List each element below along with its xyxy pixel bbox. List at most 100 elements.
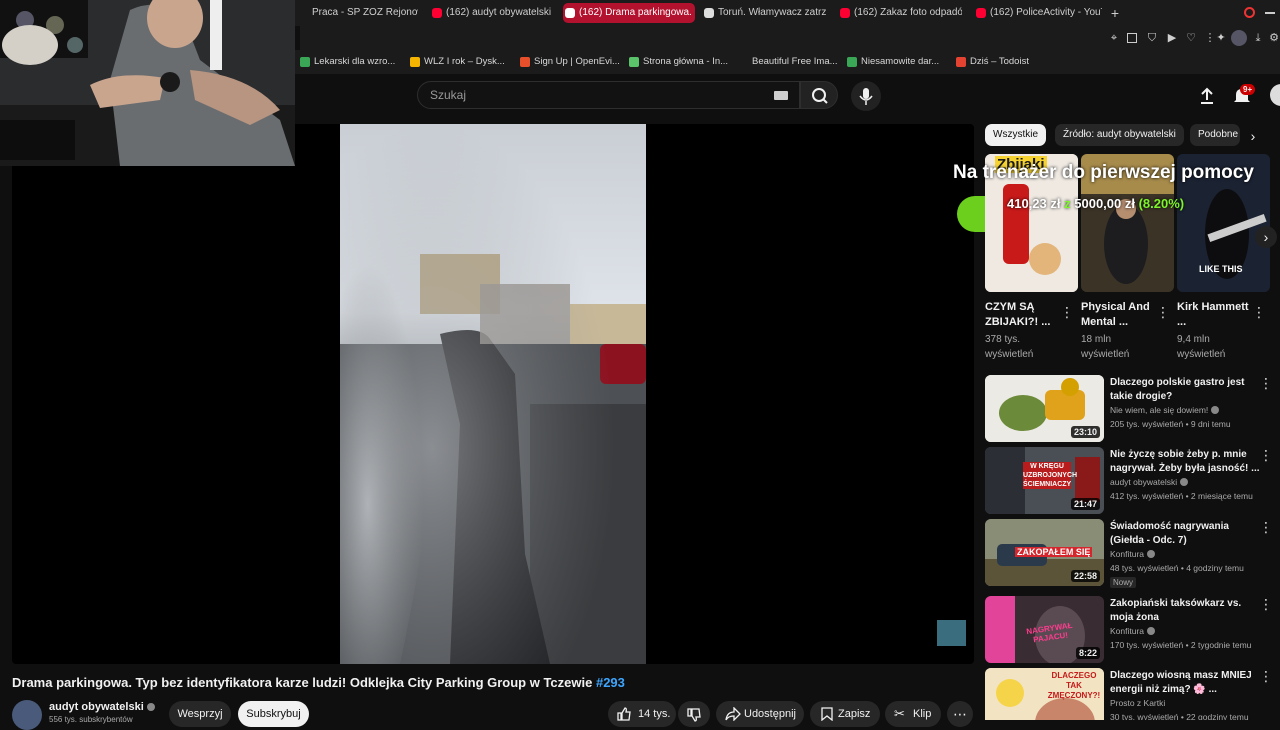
bookmark[interactable]: Niesamowite dar... [847, 54, 939, 70]
recommended-video[interactable]: 23:10 Dlaczego polskie gastro jest takie… [985, 375, 1280, 443]
todoist-icon [956, 57, 966, 67]
profile-avatar[interactable] [1231, 30, 1247, 46]
chip-all[interactable]: Wszystkie [985, 124, 1046, 146]
video-meta: 412 tys. wyświetleń • 2 miesiące temu [1110, 491, 1253, 501]
more-vert-icon[interactable]: ⋮ [1259, 669, 1273, 683]
download-icon[interactable]: ⤓ [1252, 32, 1264, 44]
video-player[interactable] [12, 124, 974, 664]
dislike-button[interactable] [678, 701, 710, 727]
chevron-right-icon[interactable]: › [1243, 126, 1263, 146]
bookmark[interactable]: Sign Up | OpenEvi... [520, 54, 620, 70]
channel-name[interactable]: audyt obywatelski [49, 701, 155, 713]
shield-icon[interactable]: ⛉ [1146, 32, 1158, 44]
bookmark[interactable]: Dziś – Todoist [956, 54, 1029, 70]
minimize-icon[interactable] [1265, 12, 1275, 14]
short-thumb-text: LIKE THIS [1199, 264, 1243, 274]
recommended-video[interactable]: W KRĘGU UZBROJONYCH ŚCIEMNIACZY 21:47 Ni… [985, 447, 1280, 515]
tab-label: (162) Drama parkingowa. [579, 7, 692, 18]
recommended-video[interactable]: NAGRYWAŁ PAJACU! 8:22 Zakopiański taksów… [985, 596, 1280, 664]
bookmark[interactable]: Strona główna - In... [629, 54, 728, 70]
notification-badge: 9+ [1240, 84, 1256, 95]
search-button[interactable] [800, 81, 838, 109]
browser-tab[interactable]: (162) audyt obywatelski - [430, 3, 552, 23]
recommended-video[interactable]: DLACZEGO TAK ZMĘCZONY?! Dlaczego wiosną … [985, 668, 1280, 720]
video-title: Zakopiański taksówkarz vs. moja żona [1110, 598, 1242, 623]
browser-tab[interactable]: (162) Zakaz foto odpadów [838, 3, 962, 23]
video-duration: 8:22 [1075, 647, 1100, 659]
channel-row: audyt obywatelski 556 tys. subskrybentów… [12, 698, 974, 730]
chip-source[interactable]: Źródło: audyt obywatelski [1055, 124, 1184, 146]
video-scene [340, 124, 646, 664]
progress-indicator [957, 196, 985, 232]
clip-button[interactable]: ✂ Klip [885, 701, 941, 727]
filter-chips: Wszystkie Źródło: audyt obywatelski Podo… [985, 124, 1280, 146]
keyboard-icon[interactable] [774, 91, 788, 100]
video-channel: Prosto z Kartki [1110, 698, 1165, 708]
more-actions-button[interactable]: ⋯ [947, 701, 973, 727]
bookmark-label: Lekarski dla wzro... [314, 56, 396, 67]
video-title: Drama parkingowa. Typ bez identyfikatora… [12, 675, 625, 690]
chart-icon [629, 57, 639, 67]
search-input[interactable]: Szukaj [417, 81, 800, 109]
verified-icon [1180, 478, 1189, 486]
upload-icon[interactable] [1197, 86, 1217, 106]
more-vert-icon[interactable]: ⋮ [1060, 305, 1074, 319]
like-button[interactable]: 14 tys. [608, 701, 676, 727]
voice-search-button[interactable] [851, 81, 881, 111]
pin-icon[interactable]: ⌖ [1108, 32, 1120, 44]
bookmark-label: WLZ I rok – Dysk... [424, 56, 505, 67]
support-button[interactable]: Wesprzyj [169, 701, 231, 727]
microphone-icon [859, 88, 873, 105]
search-tabs-icon[interactable] [1244, 7, 1255, 18]
browser-tab[interactable]: Toruń. Włamywacz zatrzy [702, 3, 826, 23]
video-thumbnail: DLACZEGO TAK ZMĘCZONY?! [985, 668, 1104, 720]
browser-tab-active[interactable]: (162) Drama parkingowa. [563, 3, 695, 23]
recommended-video[interactable]: ZAKOPAŁEM SIĘ 22:58 Świadomość nagrywani… [985, 519, 1280, 593]
subscribe-button[interactable]: Subskrybuj [238, 701, 309, 727]
settings-icon[interactable]: ⚙ [1268, 32, 1280, 44]
bookmark[interactable]: WLZ I rok – Dysk... [410, 54, 505, 70]
play-icon[interactable]: ▶ [1166, 32, 1178, 44]
more-vert-icon[interactable]: ⋮ [1259, 448, 1273, 462]
youtube-icon [432, 8, 442, 18]
more-vert-icon[interactable]: ⋮ [1259, 520, 1273, 534]
short-title[interactable]: CZYM SĄ ZBIJAKI?! ... [985, 300, 1063, 330]
bookmark[interactable]: Lekarski dla wzro... [300, 54, 395, 70]
bookmark[interactable]: Beautiful Free Ima... [738, 54, 838, 70]
more-vert-icon[interactable]: ⋮ [1259, 376, 1273, 390]
youtube-icon [976, 8, 986, 18]
bookmark-label: Niesamowite dar... [861, 56, 940, 67]
donation-goal-overlay: Na trenażer do pierwszej pomocy 410,23 z… [953, 162, 1280, 232]
video-title: Nie życzę sobie żeby p. mnie nagrywał. Ż… [1110, 449, 1260, 474]
short-views: 9,4 mln wyświetleń [1177, 334, 1226, 360]
news-icon [704, 8, 714, 18]
video-meta: 30 tys. wyświetleń • 22 godziny temu [1110, 712, 1249, 720]
browser-tab[interactable]: Praca - SP ZOZ Rejonowe [296, 3, 418, 23]
hashtag-link[interactable]: #293 [596, 675, 625, 690]
channel-watermark[interactable] [937, 620, 966, 646]
shorts-next-button[interactable]: › [1255, 226, 1277, 248]
more-vert-icon[interactable]: ⋮ [1259, 597, 1273, 611]
scissors-icon: ✂ [894, 706, 905, 721]
heart-icon[interactable]: ♡ [1185, 32, 1197, 44]
more-vert-icon[interactable]: ⋮ [1156, 305, 1170, 319]
extensions-icon[interactable]: ✦ [1215, 32, 1227, 44]
bookmark-icon [821, 707, 833, 721]
video-frame [340, 124, 646, 664]
amount-current: 410,23 zł [1007, 196, 1061, 211]
screenshot-icon[interactable] [1127, 33, 1137, 43]
save-button[interactable]: Zapisz [810, 701, 880, 727]
share-button[interactable]: Udostępnij [716, 701, 804, 727]
video-thumbnail: 23:10 [985, 375, 1104, 442]
video-thumbnail: ZAKOPAŁEM SIĘ 22:58 [985, 519, 1104, 586]
more-vert-icon[interactable]: ⋮ [1252, 305, 1266, 319]
youtube-icon [565, 8, 575, 18]
chip-similar[interactable]: Podobne [1190, 124, 1240, 146]
video-title-text: Drama parkingowa. Typ bez identyfikatora… [12, 675, 593, 690]
webcam-overlay [0, 0, 295, 166]
browser-tab[interactable]: (162) PoliceActivity - YouT [974, 3, 1102, 23]
short-title[interactable]: Kirk Hammett ... [1177, 300, 1255, 330]
channel-avatar[interactable] [12, 700, 42, 730]
new-tab-button[interactable]: + [1106, 3, 1124, 23]
short-title[interactable]: Physical And Mental ... [1081, 300, 1159, 330]
